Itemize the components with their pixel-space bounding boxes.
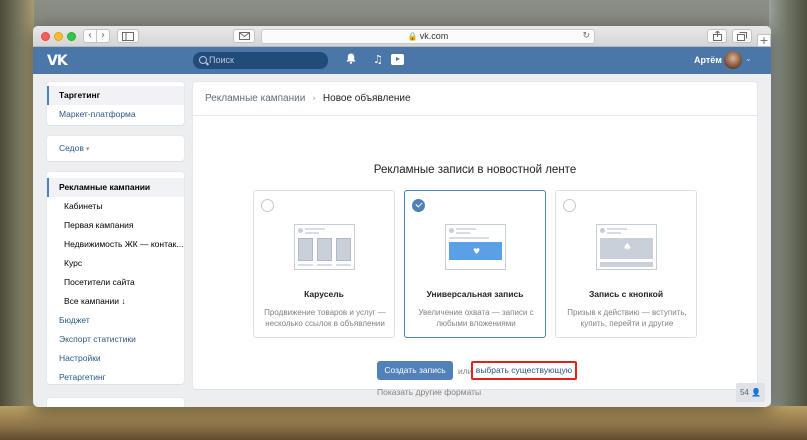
zoom-window-button[interactable] bbox=[67, 32, 76, 41]
search-placeholder: Поиск bbox=[209, 55, 234, 65]
minimize-window-button[interactable] bbox=[54, 32, 63, 41]
chevron-down-icon[interactable]: ⌄ bbox=[745, 54, 752, 63]
chevron-right-icon: › bbox=[312, 94, 316, 104]
url-text: vk.com bbox=[419, 31, 449, 41]
video-icon[interactable] bbox=[391, 54, 404, 65]
sidebar-toggle-button[interactable] bbox=[117, 29, 139, 43]
mail-button[interactable] bbox=[233, 29, 255, 43]
search-icon bbox=[199, 56, 207, 64]
universal-post-illustration-icon: ♥ bbox=[445, 224, 506, 270]
vk-header: VK Поиск ♫ Артём ⌄ bbox=[33, 47, 771, 74]
address-bar[interactable]: 🔒 vk.com ↻ bbox=[261, 29, 595, 44]
avatar[interactable] bbox=[724, 51, 742, 69]
menu-item-retargeting[interactable]: Ретаргетинг bbox=[47, 368, 184, 387]
format-description: Продвижение товаров и услуг — несколько … bbox=[264, 308, 386, 328]
menu-card-account: Седов ▾ bbox=[47, 136, 184, 161]
format-card-universal[interactable]: ♥ Универсальная запись Увеличение охвата… bbox=[404, 190, 546, 338]
breadcrumb-current: Новое объявление bbox=[322, 93, 411, 104]
bell-icon[interactable] bbox=[346, 53, 356, 67]
new-tab-button[interactable]: + bbox=[757, 34, 771, 47]
section-title: Рекламные записи в новостной ленте bbox=[373, 164, 577, 176]
radio-universal[interactable] bbox=[412, 199, 425, 212]
carousel-illustration-icon bbox=[294, 224, 355, 270]
menu-item-targeting[interactable]: Таргетинг bbox=[47, 86, 184, 105]
back-button[interactable]: ‹ bbox=[83, 29, 97, 43]
vk-logo[interactable]: VK bbox=[47, 53, 68, 69]
show-other-formats-link[interactable]: Показать другие форматы bbox=[377, 387, 481, 397]
format-title: Универсальная запись bbox=[426, 289, 524, 299]
forward-button[interactable]: › bbox=[96, 29, 110, 43]
menu-card-partial bbox=[47, 398, 184, 407]
desktop-background-left bbox=[0, 0, 34, 440]
music-icon[interactable]: ♫ bbox=[373, 53, 383, 66]
chevron-down-icon: ▾ bbox=[85, 146, 90, 153]
radio-carousel[interactable] bbox=[261, 199, 274, 212]
browser-toolbar: ‹ › 🔒 vk.com ↻ + bbox=[33, 26, 771, 47]
menu-subitem-all-campaigns[interactable]: Все кампании ↓ bbox=[47, 292, 184, 311]
menu-item-settings[interactable]: Настройки bbox=[47, 349, 184, 368]
menu-item-campaigns[interactable]: Рекламные кампании bbox=[47, 178, 184, 197]
choose-existing-link[interactable]: выбрать существующую bbox=[471, 361, 577, 380]
new-ad-panel: Рекламные кампании › Новое объявление Рекл… bbox=[193, 82, 771, 407]
menu-subitem[interactable]: Посетители сайта bbox=[47, 273, 184, 292]
close-window-button[interactable] bbox=[41, 32, 50, 41]
sidebar-icon bbox=[122, 32, 134, 41]
share-button[interactable] bbox=[707, 29, 727, 43]
account-name: Седов bbox=[59, 143, 84, 153]
menu-item-export-stats[interactable]: Экспорт статистики bbox=[47, 330, 184, 349]
menu-subitem[interactable]: Курс bbox=[47, 254, 184, 273]
menu-item-budget[interactable]: Бюджет bbox=[47, 311, 184, 330]
mail-icon bbox=[238, 32, 250, 40]
online-counter-badge[interactable]: 54 👤 bbox=[736, 383, 765, 402]
menu-card-campaigns: Рекламные кампании Кабинеты Первая кампа… bbox=[47, 172, 184, 384]
button-post-illustration-icon: ♠ bbox=[596, 224, 657, 270]
account-selector[interactable]: Седов ▾ bbox=[47, 139, 184, 158]
format-description: Увеличение охвата — записи с любыми влож… bbox=[418, 308, 534, 328]
menu-subitem[interactable]: Кабинеты bbox=[47, 197, 184, 216]
format-card-button-post[interactable]: ♠ Запись с кнопкой Призыв к действию — в… bbox=[555, 190, 697, 338]
desktop-background-bottom bbox=[0, 406, 807, 440]
red-dotted-arrow-annotation bbox=[766, 403, 771, 407]
tabs-overview-button[interactable] bbox=[732, 29, 752, 43]
menu-subitem[interactable]: Первая кампания bbox=[47, 216, 184, 235]
format-description: Призыв к действию — вступить, купить, пе… bbox=[567, 308, 687, 328]
reload-icon[interactable]: ↻ bbox=[582, 30, 590, 43]
search-input[interactable]: Поиск bbox=[193, 52, 328, 69]
breadcrumb-link-campaigns[interactable]: Рекламные кампании bbox=[205, 93, 305, 104]
format-card-carousel[interactable]: Карусель Продвижение товаров и услуг — н… bbox=[253, 190, 395, 338]
format-title: Запись с кнопкой bbox=[588, 289, 664, 299]
user-name[interactable]: Артём bbox=[694, 55, 722, 65]
lock-icon: 🔒 bbox=[407, 32, 418, 41]
menu-subitem[interactable]: Недвижимость ЖК — контак... bbox=[47, 235, 184, 254]
create-post-button[interactable]: Создать запись bbox=[377, 361, 453, 380]
desktop-background-right bbox=[769, 0, 807, 440]
radio-button-post[interactable] bbox=[563, 199, 576, 212]
menu-card-ads: Таргетинг Маркет-платформа bbox=[47, 82, 184, 125]
browser-window: ‹ › 🔒 vk.com ↻ + VK Поиск ♫ Артём ⌄ Тарг… bbox=[33, 26, 771, 407]
share-icon bbox=[712, 30, 722, 41]
person-icon: 👤 bbox=[751, 388, 762, 397]
format-title: Карусель bbox=[304, 289, 344, 299]
tabs-icon bbox=[737, 32, 747, 41]
breadcrumb: Рекламные кампании › Новое объявление bbox=[193, 82, 757, 116]
menu-item-market-platform[interactable]: Маркет-платформа bbox=[47, 105, 184, 124]
counter-value: 54 bbox=[739, 388, 749, 397]
